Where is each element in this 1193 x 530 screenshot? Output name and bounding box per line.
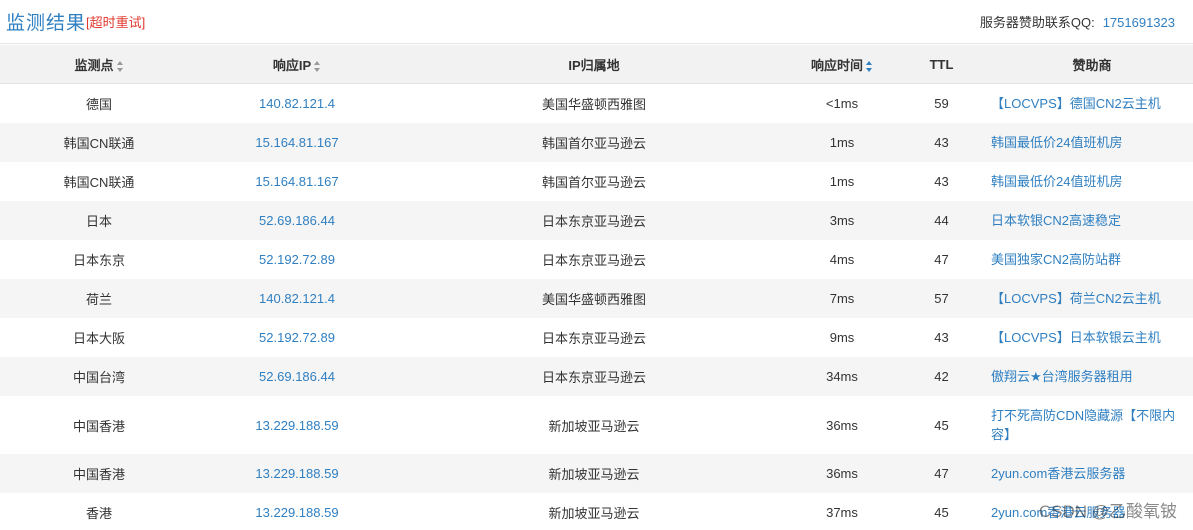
sort-icon[interactable]	[314, 60, 321, 72]
cell-ip[interactable]: 52.69.186.44	[198, 357, 396, 396]
cell-location: 新加坡亚马逊云	[548, 418, 640, 434]
table-row: 中国香港 13.229.188.59 新加坡亚马逊云 36ms 47 2yun.com香港…	[0, 454, 1193, 493]
cell-location: 韩国首尔亚马逊云	[541, 175, 646, 190]
cell-location: 韩国首尔亚马逊云	[396, 123, 792, 162]
table-header-row: 监测点 响应IP IP归属地 响应时间 TTL 赞助商	[0, 45, 1193, 84]
cell-response-time: 1ms	[829, 174, 855, 189]
cell-node: 香港	[85, 506, 112, 521]
cell-response-time: 9ms	[829, 330, 855, 345]
cell-ip[interactable]: 52.192.72.89	[198, 240, 396, 279]
table-row: 日本 52.69.186.44 日本东京亚马逊云 3ms 44 日本软银CN2高速稳定	[0, 201, 1193, 240]
table-row: 香港 13.229.188.59 新加坡亚马逊云 37ms 45 2yun.com香港云服…	[0, 493, 1193, 530]
cell-sponsor-link[interactable]: 打不死高防CDN隐藏源【不限内容】	[991, 396, 1193, 454]
cell-node: 荷兰	[0, 279, 198, 318]
cell-ip[interactable]: 13.229.188.59	[198, 396, 396, 454]
table-row: 韩国CN联通 15.164.81.167 韩国首尔亚马逊云 1ms 43 韩国最低价24值…	[0, 123, 1193, 162]
cell-ip[interactable]: 15.164.81.167	[198, 123, 396, 162]
cell-sponsor-link[interactable]: 傲翔云★台湾服务器租用	[991, 357, 1193, 396]
cell-sponsor-link[interactable]: 【LOCVPS】荷兰CN2云主机	[991, 279, 1193, 318]
page-title: 监测结果	[6, 13, 87, 34]
cell-node: 日本东京	[72, 253, 125, 268]
cell-ttl: 43	[934, 174, 949, 189]
cell-sponsor-link[interactable]: 韩国最低价24值班机房	[991, 162, 1193, 201]
cell-node: 日本大阪	[72, 331, 125, 346]
results-table-body: 德国 140.82.121.4 美国华盛顿西雅图 <1ms 59 【LOCVPS】德国CN…	[0, 84, 1193, 530]
cell-ip[interactable]: 140.82.121.4	[198, 279, 396, 318]
cell-ip[interactable]: 15.164.81.167	[198, 162, 396, 201]
column-header-ttl: TTL	[892, 45, 991, 84]
cell-ip[interactable]: 52.69.186.44	[198, 201, 396, 240]
contact-qq-link[interactable]: 1751691323	[1103, 15, 1175, 30]
cell-ip[interactable]: 13.229.188.59	[198, 454, 396, 493]
sort-icon[interactable]	[866, 60, 873, 72]
column-header-response-time[interactable]: 响应时间	[792, 45, 892, 84]
cell-ip[interactable]: 13.229.188.59	[198, 493, 396, 530]
cell-response-time: 37ms	[826, 505, 858, 520]
cell-location: 新加坡亚马逊云	[548, 506, 640, 521]
cell-ttl: 45	[934, 417, 949, 433]
cell-response-time: 34ms	[792, 357, 892, 396]
retry-button[interactable]: [超时重试]	[86, 12, 145, 31]
table-row: 日本东京 52.192.72.89 日本东京亚马逊云 4ms 47 美国独家CN2高防站群	[0, 240, 1193, 279]
cell-node: 德国	[85, 97, 112, 112]
column-header-location: IP归属地	[396, 45, 792, 84]
cell-node: 中国台湾	[0, 357, 198, 396]
table-row: 日本大阪 52.192.72.89 日本东京亚马逊云 9ms 43 【LOCVPS】日本软…	[0, 318, 1193, 357]
cell-sponsor-link[interactable]: 美国独家CN2高防站群	[991, 240, 1193, 279]
table-row: 韩国CN联通 15.164.81.167 韩国首尔亚马逊云 1ms 43 韩国最低价24值…	[0, 162, 1193, 201]
table-row: 荷兰 140.82.121.4 美国华盛顿西雅图 7ms 57 【LOCVPS】荷兰CN2…	[0, 279, 1193, 318]
column-header-sponsor: 赞助商	[991, 45, 1193, 84]
sponsor-contact: 服务器赞助联系QQ: 1751691323	[980, 12, 1175, 31]
cell-sponsor-link[interactable]: 2yun.com香港云服务器	[991, 454, 1193, 493]
cell-location: 新加坡亚马逊云	[396, 454, 792, 493]
cell-location: 美国华盛顿西雅图	[396, 279, 792, 318]
cell-response-time: 1ms	[792, 123, 892, 162]
table-row: 中国台湾 52.69.186.44 日本东京亚马逊云 34ms 42 傲翔云★台湾服务器租…	[0, 357, 1193, 396]
cell-node: 日本	[0, 201, 198, 240]
cell-ttl: 43	[892, 123, 991, 162]
cell-sponsor-link[interactable]: 日本软银CN2高速稳定	[991, 201, 1193, 240]
cell-ttl: 59	[934, 96, 949, 111]
cell-location: 美国华盛顿西雅图	[541, 97, 646, 112]
cell-ttl: 45	[934, 505, 949, 520]
cell-ttl: 43	[934, 330, 949, 345]
cell-node: 韩国CN联通	[63, 175, 135, 190]
cell-response-time: <1ms	[825, 96, 859, 111]
cell-ip[interactable]: 52.192.72.89	[198, 318, 396, 357]
cell-response-time: 36ms	[792, 454, 892, 493]
table-row: 德国 140.82.121.4 美国华盛顿西雅图 <1ms 59 【LOCVPS】德国CN…	[0, 84, 1193, 124]
cell-ttl: 57	[892, 279, 991, 318]
table-row: 中国香港 13.229.188.59 新加坡亚马逊云 36ms 45 打不死高防CDN隐藏…	[0, 396, 1193, 454]
sort-icon[interactable]	[116, 60, 124, 72]
column-header-ip[interactable]: 响应IP	[198, 45, 396, 84]
column-header-node[interactable]: 监测点	[0, 45, 198, 84]
cell-node: 中国香港	[72, 418, 125, 434]
cell-location: 日本东京亚马逊云	[396, 357, 792, 396]
results-header: 监测结果 [超时重试] 服务器赞助联系QQ: 1751691323	[0, 0, 1193, 44]
cell-sponsor-link[interactable]: 韩国最低价24值班机房	[991, 123, 1193, 162]
cell-node: 韩国CN联通	[0, 123, 198, 162]
cell-location: 日本东京亚马逊云	[541, 331, 646, 346]
cell-response-time: 36ms	[826, 417, 858, 433]
cell-response-time: 4ms	[829, 252, 855, 267]
cell-ttl: 47	[934, 252, 949, 267]
cell-sponsor-link[interactable]: 【LOCVPS】德国CN2云主机	[991, 84, 1193, 124]
cell-response-time: 3ms	[792, 201, 892, 240]
cell-response-time: 7ms	[792, 279, 892, 318]
cell-location: 日本东京亚马逊云	[396, 201, 792, 240]
cell-ttl: 47	[892, 454, 991, 493]
results-table: 监测点 响应IP IP归属地 响应时间 TTL 赞助商 德国 140.82.121…	[0, 45, 1193, 530]
cell-sponsor-link[interactable]: 【LOCVPS】日本软银云主机	[991, 318, 1193, 357]
cell-ip[interactable]: 140.82.121.4	[198, 84, 396, 124]
contact-label: 服务器赞助联系QQ:	[979, 15, 1095, 30]
cell-ttl: 44	[892, 201, 991, 240]
cell-location: 日本东京亚马逊云	[541, 253, 646, 268]
monitor-results-page: 监测结果 [超时重试] 服务器赞助联系QQ: 1751691323 监测点 响应I…	[0, 0, 1193, 530]
cell-sponsor-link[interactable]: 2yun.com香港云服务器	[991, 493, 1193, 530]
cell-ttl: 42	[892, 357, 991, 396]
cell-node: 中国香港	[0, 454, 198, 493]
